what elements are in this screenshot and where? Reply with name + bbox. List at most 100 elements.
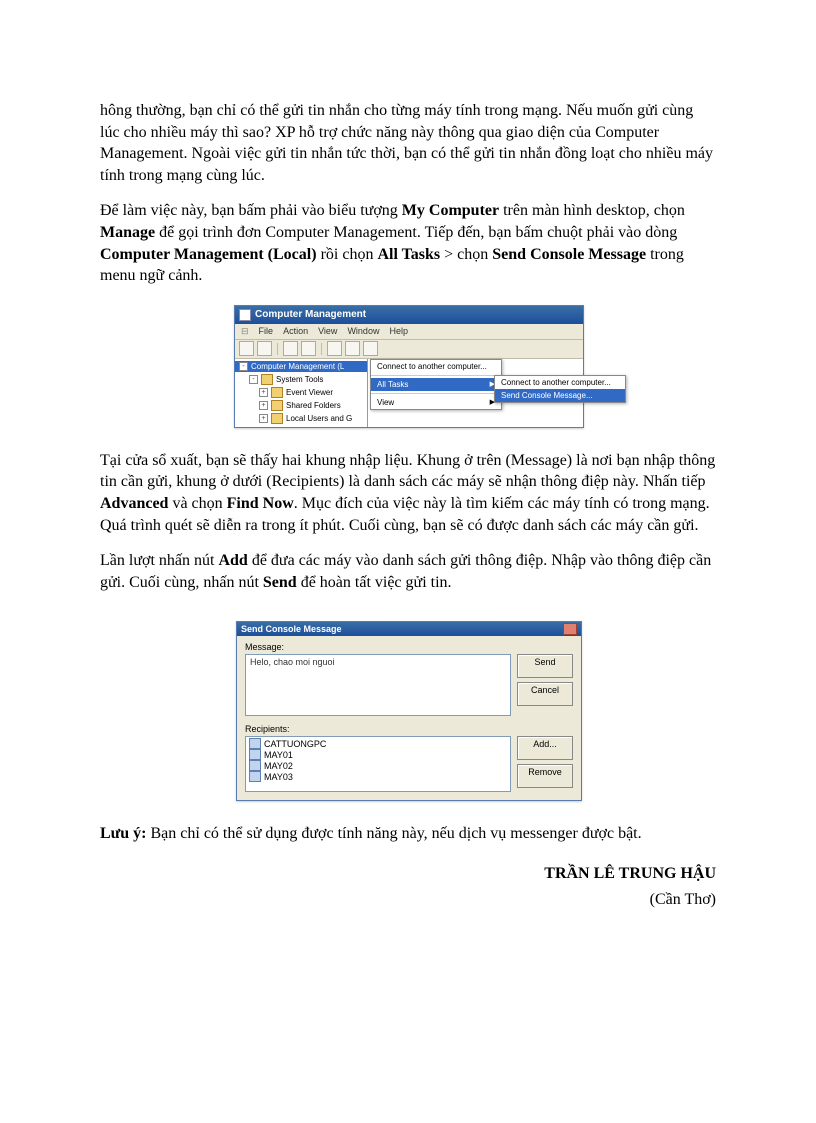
bold: Lưu ý:: [100, 825, 147, 842]
window-controls: [563, 623, 577, 635]
folder-icon: [261, 374, 273, 385]
tree-label: Shared Folders: [286, 401, 341, 410]
tree-label: Computer Management (L: [251, 362, 344, 371]
screenshot-computer-management: Computer Management ⊟ File Action View W…: [234, 305, 582, 428]
ctx2-connect[interactable]: Connect to another computer...: [495, 376, 625, 389]
ctx-connect[interactable]: Connect to another computer...: [371, 360, 501, 373]
menu-icon: ⊟: [241, 326, 249, 337]
ctx-all-tasks[interactable]: All Tasks▶: [371, 378, 501, 391]
list-item[interactable]: MAY03: [248, 771, 508, 782]
add-button[interactable]: Add...: [517, 736, 573, 760]
expand-icon[interactable]: +: [259, 414, 268, 423]
bold: Send: [263, 574, 297, 591]
window-title: Send Console Message: [241, 624, 342, 634]
expand-icon[interactable]: -: [249, 375, 258, 384]
ctx2-send-message[interactable]: Send Console Message...: [495, 389, 625, 402]
document-page: hông thường, bạn chỉ có thể gửi tin nhắn…: [0, 0, 816, 969]
paragraph-5: Lưu ý: Bạn chỉ có thể sử dụng được tính …: [100, 823, 716, 845]
toolbar-icon[interactable]: [327, 341, 342, 356]
text: Bạn chỉ có thể sử dụng được tính năng nà…: [147, 825, 642, 842]
cancel-button[interactable]: Cancel: [517, 682, 573, 706]
text: Lần lượt nhấn nút: [100, 552, 218, 569]
context-menu-2[interactable]: Connect to another computer... Send Cons…: [494, 375, 626, 403]
toolbar: [235, 340, 583, 359]
computer-icon: [249, 760, 261, 771]
text: để gọi trình đơn Computer Management. Ti…: [155, 224, 677, 241]
folder-icon: [271, 413, 283, 424]
toolbar-back-icon[interactable]: [239, 341, 254, 356]
folder-icon: [271, 387, 283, 398]
paragraph-1: hông thường, bạn chỉ có thể gửi tin nhắn…: [100, 100, 716, 186]
menubar[interactable]: ⊟ File Action View Window Help: [235, 324, 583, 340]
list-item[interactable]: CATTUONGPC: [248, 738, 508, 749]
recipients-listbox[interactable]: CATTUONGPC MAY01 MAY02 MAY03: [245, 736, 511, 792]
author-name: TRẦN LÊ TRUNG HẬU: [100, 865, 716, 883]
menu-view[interactable]: View: [318, 326, 337, 336]
app-icon: [239, 309, 251, 321]
expand-icon[interactable]: +: [259, 401, 268, 410]
paragraph-3: Tại cửa sổ xuất, bạn sẽ thấy hai khung n…: [100, 450, 716, 536]
computer-icon: [249, 771, 261, 782]
folder-icon: [271, 400, 283, 411]
menu-window[interactable]: Window: [347, 326, 379, 336]
expand-icon[interactable]: +: [259, 388, 268, 397]
menu-help[interactable]: Help: [389, 326, 408, 336]
remove-button[interactable]: Remove: [517, 764, 573, 788]
tree-label: System Tools: [276, 375, 323, 384]
toolbar-icon[interactable]: [301, 341, 316, 356]
bold: Add: [218, 552, 247, 569]
close-icon[interactable]: [563, 623, 577, 635]
message-value: Helo, chao moi nguoi: [250, 657, 335, 667]
computer-icon: [249, 749, 261, 760]
bold: Send Console Message: [492, 246, 646, 263]
tree-item-shared-folders[interactable]: + Shared Folders: [235, 399, 367, 412]
titlebar: Computer Management: [235, 306, 583, 324]
bold: All Tasks: [377, 246, 440, 263]
context-menu-1[interactable]: Connect to another computer... All Tasks…: [370, 359, 502, 410]
message-textbox[interactable]: Helo, chao moi nguoi: [245, 654, 511, 716]
menu-file[interactable]: File: [259, 326, 274, 336]
bold: Computer Management (Local): [100, 246, 317, 263]
paragraph-2: Để làm việc này, bạn bấm phải vào biểu t…: [100, 200, 716, 286]
text: để hoàn tất việc gửi tin.: [297, 574, 452, 591]
bold: Find Now: [227, 495, 294, 512]
tree-item-event-viewer[interactable]: + Event Viewer: [235, 386, 367, 399]
tree-label: Event Viewer: [286, 388, 333, 397]
window-send-console-message: Send Console Message Message: Helo, chao…: [236, 621, 582, 801]
tree-root-selected[interactable]: - Computer Management (L: [235, 361, 367, 372]
dialog-body: Message: Helo, chao moi nguoi Send Cance…: [237, 636, 581, 800]
list-item[interactable]: MAY01: [248, 749, 508, 760]
text: > chọn: [440, 246, 492, 263]
expand-icon[interactable]: -: [239, 362, 248, 371]
context-area: Connect to another computer... All Tasks…: [368, 359, 583, 427]
titlebar: Send Console Message: [237, 622, 581, 636]
bold: My Computer: [402, 202, 499, 219]
toolbar-icon[interactable]: [345, 341, 360, 356]
window-title: Computer Management: [255, 309, 366, 320]
text: Tại cửa sổ xuất, bạn sẽ thấy hai khung n…: [100, 452, 715, 491]
recipients-label: Recipients:: [245, 724, 573, 734]
tree-view[interactable]: - Computer Management (L - System Tools …: [235, 359, 368, 427]
menu-action[interactable]: Action: [283, 326, 308, 336]
text: rồi chọn: [317, 246, 378, 263]
ctx-view[interactable]: View▶: [371, 396, 501, 409]
toolbar-icon[interactable]: [363, 341, 378, 356]
paragraph-4: Lần lượt nhấn nút Add để đưa các máy vào…: [100, 550, 716, 593]
send-button[interactable]: Send: [517, 654, 573, 678]
tree-item-system-tools[interactable]: - System Tools: [235, 373, 367, 386]
separator: [371, 393, 501, 394]
computer-icon: [249, 738, 261, 749]
text: trên màn hình desktop, chọn: [499, 202, 685, 219]
tree-label: Local Users and G: [286, 414, 352, 423]
screenshot-send-console-message: Send Console Message Message: Helo, chao…: [236, 621, 580, 801]
tree-item-local-users[interactable]: + Local Users and G: [235, 412, 367, 425]
bold: Manage: [100, 224, 155, 241]
author-location: (Cần Thơ): [100, 891, 716, 909]
toolbar-forward-icon[interactable]: [257, 341, 272, 356]
list-item[interactable]: MAY02: [248, 760, 508, 771]
message-label: Message:: [245, 642, 573, 652]
window-body: - Computer Management (L - System Tools …: [235, 359, 583, 427]
text: hông thường, bạn chỉ có thể gửi tin nhắn…: [100, 102, 713, 184]
toolbar-icon[interactable]: [283, 341, 298, 356]
bold: Advanced: [100, 495, 168, 512]
